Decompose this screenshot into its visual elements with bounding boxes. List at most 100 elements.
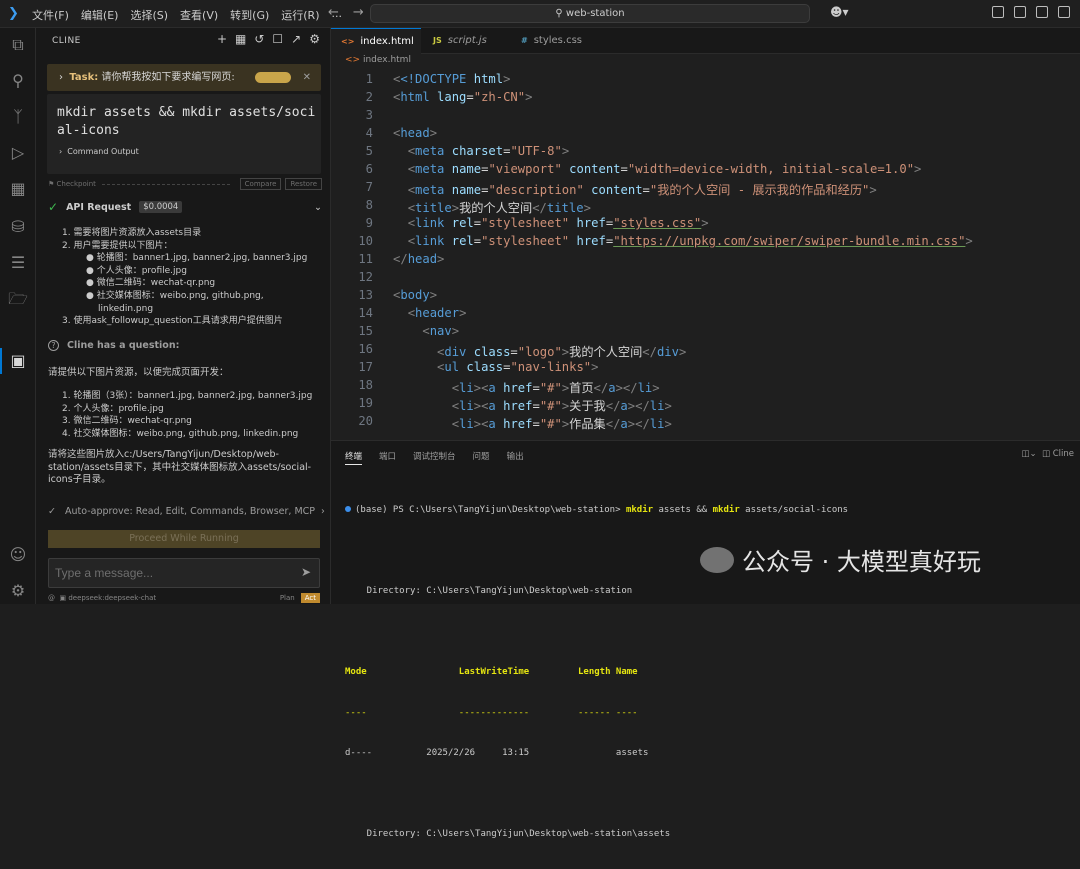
auto-approve-row[interactable]: ✓ Auto-approve: Read, Edit, Commands, Br…: [48, 506, 325, 517]
tab-output[interactable]: 输出: [507, 450, 524, 465]
tab-debug-console[interactable]: 调试控制台: [413, 450, 456, 465]
checkbox-icon[interactable]: ✓: [48, 506, 56, 517]
terminal-line: Mode LastWriteTime Length Name: [345, 667, 638, 677]
code-line: <li><a href="#">关于我</a></li>: [451, 399, 672, 413]
code-line: <title>我的个人空间</title>: [407, 201, 591, 215]
message-input[interactable]: [55, 566, 285, 580]
history-icon[interactable]: ↺: [254, 32, 264, 46]
terminal-line: ---- ------------- ------ ----: [345, 707, 638, 718]
api-request-row[interactable]: ✓ API Request $0.0004 ⌄: [48, 200, 322, 214]
command-output-toggle[interactable]: › Command Output: [59, 147, 139, 156]
tab-terminal[interactable]: 终端: [345, 450, 363, 465]
terminal-line: (base) PS C:\Users\TangYijun\Desktop\web…: [345, 504, 1080, 518]
search-text: web-station: [565, 8, 625, 19]
terminal-selector[interactable]: ◫⌄ ◫ Cline: [1021, 449, 1074, 459]
copilot-icon[interactable]: ☻▾: [830, 5, 849, 19]
database-icon[interactable]: ⛁: [7, 216, 29, 238]
chevron-down-icon[interactable]: ⌄: [314, 202, 322, 213]
toggle-panel-icon[interactable]: [1014, 6, 1026, 18]
watermark: 公众号 · 大模型真好玩: [700, 542, 981, 577]
tab-styles-css[interactable]: # styles.css: [511, 28, 592, 54]
question-list: 1. 轮播图（3张）：banner1.jpg, banner2.jpg, ban…: [62, 390, 312, 440]
tab-problems[interactable]: 问题: [473, 450, 490, 465]
toggle-sidebar-icon[interactable]: [992, 6, 1004, 18]
chevron-right-icon: ›: [59, 72, 63, 83]
forward-arrow-icon[interactable]: →: [353, 5, 364, 20]
list-item: 3. 微信二维码：wechat-qr.png: [62, 416, 192, 427]
question-icon: ?: [48, 340, 59, 351]
settings-gear-icon[interactable]: ⚙: [7, 580, 29, 602]
popout-icon[interactable]: ↗: [291, 32, 301, 46]
menu-select[interactable]: 选择(S): [130, 7, 168, 23]
list-item: ● 轮播图：banner1.jpg, banner2.jpg, banner3.…: [86, 253, 308, 264]
breadcrumb[interactable]: <> index.html: [345, 55, 411, 65]
image-icon[interactable]: ▣: [59, 594, 66, 602]
explorer-icon[interactable]: ⧉: [7, 34, 29, 56]
proceed-button[interactable]: Proceed While Running: [48, 530, 320, 548]
customize-layout-icon[interactable]: [1058, 6, 1070, 18]
tab-index-html[interactable]: <> index.html: [331, 28, 421, 54]
command-text: mkdir assets && mkdir assets/social-icon…: [57, 105, 316, 138]
search-icon[interactable]: ⚲: [7, 70, 29, 92]
tab-script-js[interactable]: JS script.js: [423, 28, 497, 54]
extensions-icon[interactable]: ▦: [7, 178, 29, 200]
list-item: 2. 用户需要提供以下图片：: [62, 240, 173, 251]
at-icon[interactable]: @: [48, 594, 55, 602]
send-icon[interactable]: ➤: [301, 565, 311, 579]
wechat-logo-icon: [700, 546, 734, 573]
menu-run[interactable]: 运行(R): [281, 7, 319, 23]
code-line: <meta charset="UTF-8">: [407, 144, 570, 158]
source-control-icon[interactable]: ᛉ: [7, 106, 29, 128]
compare-button[interactable]: Compare: [239, 178, 282, 190]
list-item: 4. 社交媒体图标：weibo.png, github.png, linkedi…: [62, 428, 299, 439]
command-center-search[interactable]: ⚲ web-station: [370, 4, 810, 23]
auto-approve-label: Auto-approve: Read, Edit, Commands, Brow…: [65, 506, 315, 517]
list-item: 1. 需要将图片资源放入assets目录: [62, 228, 202, 238]
menu-file[interactable]: 文件(F): [32, 7, 69, 23]
folder-icon[interactable]: 🗁: [7, 288, 29, 310]
split-terminal-icon[interactable]: ◫⌄: [1021, 449, 1036, 459]
list-item: ● 个人头像：profile.jpg: [86, 265, 187, 276]
account-icon[interactable]: ☺: [7, 544, 29, 566]
tab-label: styles.css: [533, 35, 582, 46]
editor-area: <> index.html JS script.js # styles.css <> …: [331, 28, 1080, 440]
code-editor[interactable]: 1 2 3 4 5 6 7 8 9 10 11 12 13 14 15 16 1…: [331, 70, 1080, 440]
vscode-logo-icon: ❯: [8, 6, 19, 21]
close-icon[interactable]: ✕: [303, 64, 311, 91]
terminal-output[interactable]: (base) PS C:\Users\TangYijun\Desktop\web…: [345, 477, 1080, 869]
model-selector[interactable]: deepseek:deepseek-chat: [68, 594, 156, 602]
plan-toggle[interactable]: Plan: [280, 594, 295, 602]
closing-line: icons子目录。: [48, 474, 111, 486]
layers-icon[interactable]: ☰: [7, 252, 29, 274]
gear-icon[interactable]: ⚙: [309, 32, 320, 46]
mcp-icon[interactable]: ▦: [235, 32, 246, 46]
menu-view[interactable]: 查看(V): [180, 7, 218, 23]
task-header[interactable]: › Task: 请你帮我按如下要求编写网页: ✕: [47, 64, 321, 91]
list-item: linkedin.png: [98, 303, 154, 314]
restore-button[interactable]: Restore: [285, 178, 322, 190]
act-toggle[interactable]: Act: [300, 593, 320, 603]
tab-label: script.js: [447, 35, 487, 46]
code-line: <link rel="stylesheet" href="styles.css"…: [407, 216, 709, 230]
back-arrow-icon[interactable]: ←: [328, 5, 339, 20]
command-output-label: Command Output: [67, 147, 139, 156]
task-text: 请你帮我按如下要求编写网页:: [101, 72, 235, 83]
account-box-icon[interactable]: ☐: [272, 32, 283, 46]
line-number: 17: [358, 360, 373, 374]
plus-icon[interactable]: +: [217, 32, 227, 46]
run-debug-icon[interactable]: ▷: [7, 142, 29, 164]
code-line: <header>: [407, 306, 467, 320]
cline-sidebar: CLINE + ▦ ↺ ☐ ↗ ⚙ › Task: 请你帮我按如下要求编写网页:…: [36, 28, 331, 604]
menu-edit[interactable]: 编辑(E): [81, 7, 119, 23]
tab-ports[interactable]: 端口: [379, 450, 396, 465]
line-number: 10: [358, 234, 373, 248]
menu-go[interactable]: 转到(G): [230, 7, 269, 23]
command-block: mkdir assets && mkdir assets/social-icon…: [47, 94, 321, 174]
line-number: 18: [358, 378, 373, 392]
list-item: 3. 使用ask_followup_question工具请求用户提供图片: [62, 316, 283, 327]
css-file-icon: #: [521, 36, 528, 45]
code-line: <html lang="zh-CN">: [393, 90, 533, 104]
toggle-secondary-sidebar-icon[interactable]: [1036, 6, 1048, 18]
terminal-icon: ◫: [1041, 449, 1051, 459]
closing-line: station/assets目录下，其中社交媒体图标放入assets/socia…: [48, 461, 312, 473]
